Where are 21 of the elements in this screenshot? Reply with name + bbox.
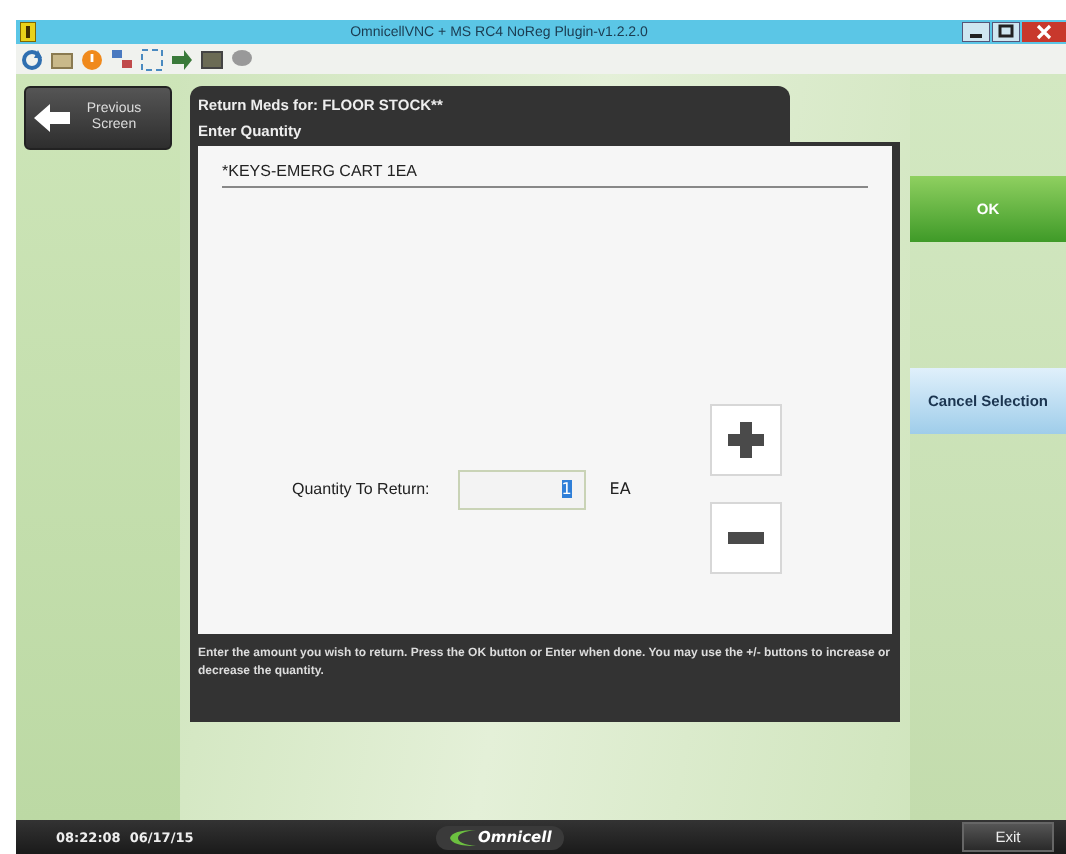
plus-icon: [728, 422, 765, 458]
increase-button[interactable]: [710, 404, 783, 476]
transfer-icon[interactable]: [170, 47, 194, 71]
network-icon[interactable]: [110, 47, 134, 71]
quantity-label: Quantity To Return:: [292, 480, 430, 498]
item-name: *KEYS-EMERG CART 1EA: [222, 162, 868, 188]
screen-icon[interactable]: [200, 47, 224, 71]
swoosh-icon: [448, 827, 476, 847]
unit-label: EA: [609, 480, 631, 498]
maximize-icon[interactable]: [992, 22, 1020, 42]
minus-icon: [728, 532, 765, 544]
left-arrow-icon: [34, 104, 70, 132]
folder-icon[interactable]: [50, 47, 74, 71]
minimize-icon[interactable]: [962, 22, 990, 42]
decrease-button[interactable]: [710, 502, 783, 574]
refresh-icon[interactable]: [20, 47, 44, 71]
alert-icon[interactable]: [80, 47, 104, 71]
close-icon[interactable]: [1022, 22, 1066, 42]
fullscreen-icon[interactable]: [140, 47, 164, 71]
quantity-field[interactable]: 1: [457, 469, 586, 509]
warning-icon: [20, 22, 36, 42]
